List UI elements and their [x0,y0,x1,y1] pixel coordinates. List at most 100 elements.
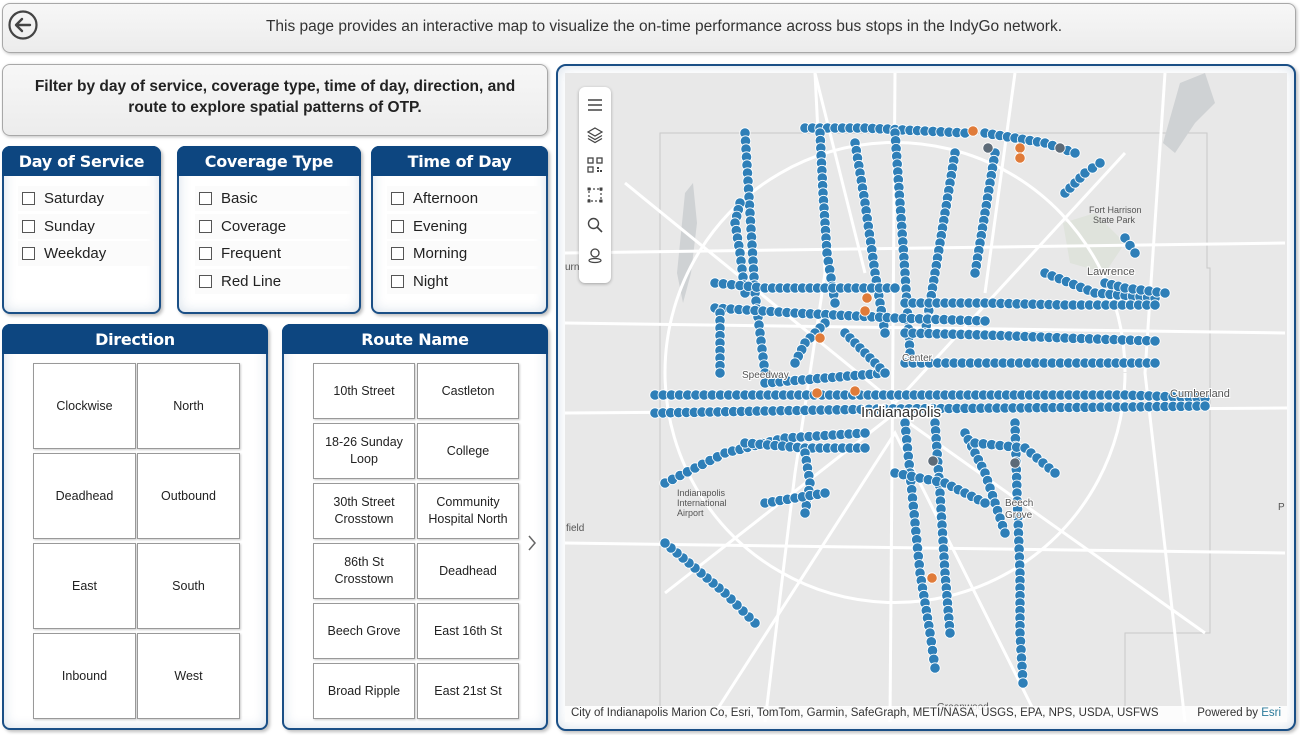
time-option-evening[interactable]: Evening [387,213,541,239]
instructions-text: Filter by day of service, coverage type,… [34,78,516,116]
day-option-sunday[interactable]: Sunday [18,213,154,239]
bus-stop-marker[interactable] [859,427,871,439]
time-option-afternoon[interactable]: Afternoon [387,186,541,211]
bus-stop-marker[interactable] [1149,335,1161,347]
bus-stop-marker[interactable] [811,387,823,399]
direction-tile-outbound[interactable]: Outbound [137,453,240,539]
route-tile[interactable]: 18-26 Sunday Loop [313,423,415,479]
route-tile[interactable]: Deadhead [417,543,519,599]
checkbox[interactable] [199,192,212,205]
route-tile[interactable]: Community Hospital North [417,483,519,539]
bus-stop-marker[interactable] [926,572,938,584]
direction-tile-north[interactable]: North [137,363,240,449]
reference-layer-button[interactable] [583,240,607,270]
route-tile[interactable]: Broad Ripple [313,663,415,719]
bus-stop-marker[interactable] [1094,157,1106,169]
bus-stop-marker[interactable] [1149,357,1161,369]
bus-stop-marker[interactable] [1054,142,1066,154]
map-svg[interactable]: Indianapolis Lawrence Cumberland Speedwa… [565,73,1287,722]
time-of-day-slicer: Time of Day Afternoon Evening Morning Ni… [371,146,548,314]
direction-tile-west[interactable]: West [137,633,240,719]
route-tile[interactable]: College [417,423,519,479]
bus-stop-marker[interactable] [814,332,826,344]
bus-stop-marker[interactable] [1159,287,1171,299]
bus-stop-marker[interactable] [849,385,861,397]
direction-tile-clockwise[interactable]: Clockwise [33,363,136,449]
time-option-morning[interactable]: Morning [387,241,541,266]
bus-stop-marker[interactable] [879,327,891,339]
coverage-type-title: Coverage Type [177,146,361,176]
route-tile[interactable]: 86th St Crosstown [313,543,415,599]
checkbox[interactable] [199,247,212,260]
bus-stop-marker[interactable] [889,282,901,294]
checkbox[interactable] [199,274,212,288]
checkbox[interactable] [22,192,35,205]
bus-stop-marker[interactable] [927,455,939,467]
direction-tile-deadhead[interactable]: Deadhead [33,453,136,539]
checkbox[interactable] [391,219,404,233]
bus-stop-marker[interactable] [714,367,726,379]
bus-stop-marker[interactable] [879,367,891,379]
bus-stop-marker[interactable] [659,537,671,549]
day-option-weekday[interactable]: Weekday [18,241,154,266]
bus-stop-marker[interactable] [969,267,981,279]
bus-stop-marker[interactable] [819,487,831,499]
bus-stop-marker[interactable] [1014,142,1026,154]
checkbox[interactable] [391,274,404,288]
bus-stop-marker[interactable] [859,442,871,454]
route-name-slicer: Route Name 10th Street Castleton 18-26 S… [282,324,548,730]
bus-stop-marker[interactable] [979,497,991,509]
scroll-right-button[interactable] [524,531,540,555]
route-tile[interactable]: Castleton [417,363,519,419]
bus-stop-marker[interactable] [859,305,871,317]
direction-tile-east[interactable]: East [33,543,136,629]
time-option-night[interactable]: Night [387,268,541,294]
checkbox[interactable] [391,247,404,260]
esri-link[interactable]: Esri [1261,707,1281,719]
rectangle-select-button[interactable] [583,180,607,210]
bus-stop-marker[interactable] [1009,457,1021,469]
bus-stop-marker[interactable] [929,662,941,674]
qr-select-button[interactable] [583,150,607,180]
page-header-bar: This page provides an interactive map to… [2,3,1296,53]
route-tile[interactable]: 30th Street Crosstown [313,483,415,539]
bus-stop-marker[interactable] [861,292,873,304]
checkbox[interactable] [199,219,212,233]
day-option-saturday[interactable]: Saturday [18,186,154,211]
bus-stop-marker[interactable] [1049,467,1061,479]
coverage-option-basic[interactable]: Basic [195,186,351,211]
direction-tile-inbound[interactable]: Inbound [33,633,136,719]
route-tile[interactable]: Beech Grove [313,603,415,659]
layers-button[interactable] [583,120,607,150]
route-tile[interactable]: East 16th St [417,603,519,659]
checkbox[interactable] [22,247,35,260]
menu-button[interactable] [583,90,607,120]
bus-stop-marker[interactable] [982,142,994,154]
bus-stop-marker[interactable] [1149,299,1161,311]
direction-tile-south[interactable]: South [137,543,240,629]
route-tile[interactable]: 10th Street [313,363,415,419]
bus-stop-marker[interactable] [1017,677,1029,689]
bus-stop-marker[interactable] [1069,147,1081,159]
back-button[interactable] [7,9,39,41]
bus-stop-marker[interactable] [1129,247,1141,259]
coverage-option-red-line[interactable]: Red Line [195,268,351,294]
map-canvas[interactable]: Indianapolis Lawrence Cumberland Speedwa… [565,73,1287,722]
checkbox[interactable] [22,219,35,233]
option-label: Night [413,272,449,290]
time-of-day-options: Afternoon Evening Morning Night [387,186,541,296]
bus-stop-marker[interactable] [799,507,811,519]
bus-stop-marker[interactable] [979,315,991,327]
bus-stop-marker[interactable] [1014,152,1026,164]
search-button[interactable] [583,210,607,240]
bus-stop-marker[interactable] [789,357,801,369]
bus-stop-marker[interactable] [829,297,841,309]
bus-stop-marker[interactable] [944,627,956,639]
bus-stop-marker[interactable] [999,527,1011,539]
bus-stop-marker[interactable] [967,125,979,137]
route-tile[interactable]: East 21st St [417,663,519,719]
bus-stop-marker[interactable] [1199,400,1211,412]
coverage-option-coverage[interactable]: Coverage [195,213,351,239]
coverage-option-frequent[interactable]: Frequent [195,241,351,266]
checkbox[interactable] [391,192,404,205]
